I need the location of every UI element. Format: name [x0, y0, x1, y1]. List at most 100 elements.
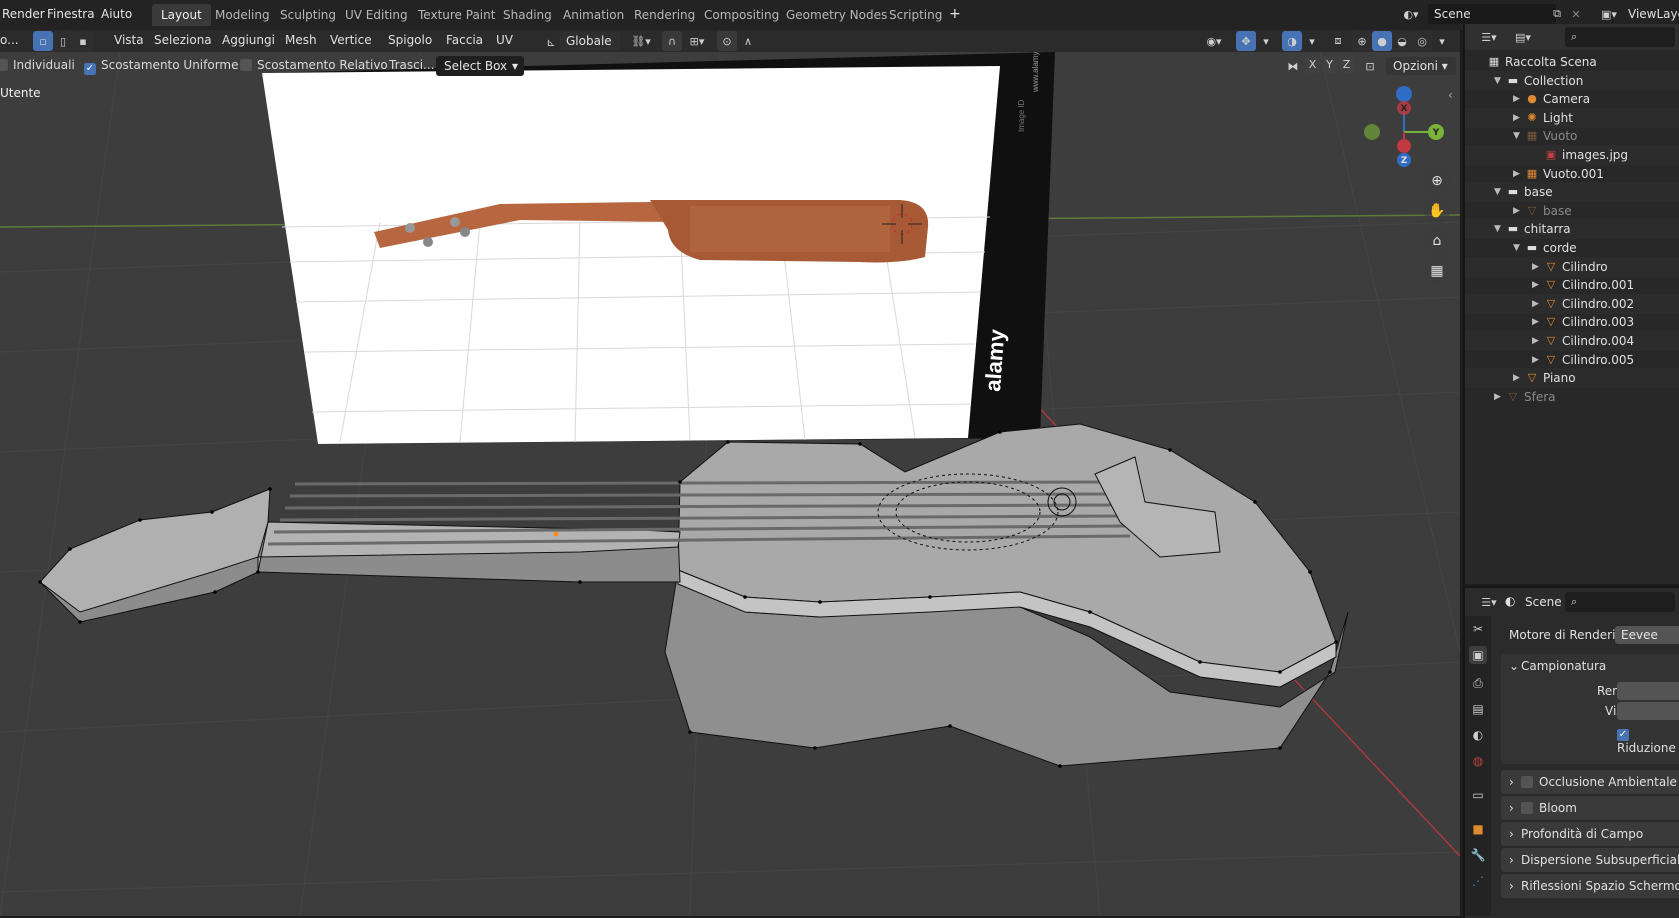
properties-subpanel[interactable]: › Profondità di Campo: [1501, 822, 1679, 846]
menu-finestra[interactable]: Finestra: [47, 7, 95, 21]
menu-vertice[interactable]: Vertice: [330, 33, 372, 47]
snap-icon[interactable]: ∩: [662, 31, 682, 51]
wireframe-shading-icon[interactable]: ⊕: [1352, 31, 1372, 51]
properties-editor-type-icon[interactable]: ☰▾: [1475, 592, 1503, 612]
tool-tab-icon[interactable]: ✂: [1469, 620, 1487, 638]
outliner-row[interactable]: ▼ ▬ base: [1465, 182, 1679, 203]
outliner-row[interactable]: ▶ ▽ Cilindro.005: [1465, 350, 1679, 370]
display-mode-icon[interactable]: ▤▾: [1509, 27, 1537, 47]
expand-arrow-icon[interactable]: ▼: [1494, 219, 1501, 239]
face-select-icon[interactable]: ▪: [73, 31, 93, 51]
menu-uv[interactable]: UV: [496, 33, 513, 47]
object-tab-icon[interactable]: ■: [1469, 820, 1487, 838]
add-workspace-button[interactable]: +: [949, 6, 961, 22]
outliner-row[interactable]: ▦ Raccolta Scena: [1465, 52, 1679, 72]
outliner-row[interactable]: ▼ ▬ corde: [1465, 238, 1679, 258]
properties-subpanel[interactable]: › Dispersione Subsuperficiale: [1501, 848, 1679, 872]
menu-render[interactable]: Render: [2, 7, 45, 21]
visibility-icon[interactable]: ◉▾: [1200, 31, 1228, 51]
outliner-row[interactable]: ▼ ▬ chitarra: [1465, 219, 1679, 240]
world-tab-icon[interactable]: ◍: [1469, 752, 1487, 770]
pivot-point-icon[interactable]: ⛓▾: [628, 31, 654, 51]
relativo-option[interactable]: Scostamento Relativo: [240, 58, 388, 72]
outliner-row[interactable]: ▶ ▽ Sfera: [1465, 387, 1679, 407]
collapse-arrow-icon[interactable]: ▶: [1494, 387, 1501, 407]
xray-icon[interactable]: ⧈: [1328, 31, 1348, 51]
menu-aiuto[interactable]: Aiuto: [101, 7, 132, 21]
menu-seleziona[interactable]: Seleziona: [154, 33, 212, 47]
collapse-arrow-icon[interactable]: ▶: [1532, 350, 1539, 370]
tab-animation[interactable]: Animation: [554, 4, 633, 26]
expand-arrow-icon[interactable]: ▼: [1513, 238, 1520, 258]
auto-merge-icon[interactable]: ⊡: [1360, 56, 1380, 76]
material-shading-icon[interactable]: ◒: [1392, 31, 1412, 51]
tab-scripting[interactable]: Scripting: [880, 4, 951, 26]
collapse-arrow-icon[interactable]: ▶: [1513, 368, 1520, 388]
properties-subpanel[interactable]: › Occlusione Ambientale: [1501, 770, 1679, 794]
ortho-grid-icon[interactable]: ▦: [1424, 258, 1450, 284]
outliner-row[interactable]: ▶ ▽ base: [1465, 201, 1679, 221]
pan-hand-icon[interactable]: ✋: [1424, 198, 1450, 224]
shading-dropdown-icon[interactable]: ▾: [1432, 31, 1452, 51]
tab-shading[interactable]: Shading: [494, 4, 561, 26]
zoom-icon[interactable]: ⊕: [1424, 168, 1450, 194]
chevron-down-icon[interactable]: ⌄: [1509, 654, 1519, 678]
properties-subpanel[interactable]: › Riflessioni Spazio Schermo: [1501, 874, 1679, 898]
menu-mesh[interactable]: Mesh: [285, 33, 317, 47]
outliner-row[interactable]: ▶ ▽ Cilindro.003: [1465, 312, 1679, 332]
scene-tab-icon[interactable]: ◐: [1469, 726, 1487, 744]
options-dropdown[interactable]: Opzioni ▾: [1386, 57, 1456, 75]
proportional-edit-icon[interactable]: ⊙: [717, 31, 737, 51]
particles-tab-icon[interactable]: ⋰: [1469, 872, 1487, 890]
properties-search-field[interactable]: ⌕: [1565, 592, 1675, 612]
view-layer-icon[interactable]: ▣▾: [1595, 4, 1623, 24]
outliner-search-field[interactable]: ⌕: [1565, 27, 1675, 47]
outliner-row[interactable]: ▶ ✺ Light: [1465, 107, 1679, 128]
panel-enable-checkbox[interactable]: [1521, 802, 1533, 814]
tab-compositing[interactable]: Compositing: [695, 4, 788, 26]
rendered-shading-icon[interactable]: ◎: [1412, 31, 1432, 51]
outliner-row[interactable]: ▶ ▽ Cilindro: [1465, 256, 1679, 277]
viewport-3d[interactable]: alamy Image ID www.alamy.com X Y Z Indiv…: [0, 52, 1460, 916]
menu-faccia[interactable]: Faccia: [446, 33, 483, 47]
view-layer-field[interactable]: ViewLayer: [1628, 4, 1679, 24]
axis-y-button[interactable]: Y: [1322, 57, 1337, 73]
scene-selector-icon[interactable]: ◐▾: [1397, 4, 1425, 24]
denoise-option[interactable]: ✓Riduzione: [1617, 724, 1679, 755]
menu-vista[interactable]: Vista: [114, 33, 144, 47]
collapse-arrow-icon[interactable]: ▶: [1532, 294, 1539, 314]
mirror-icon[interactable]: ⧓: [1283, 56, 1303, 76]
outliner-row[interactable]: ▼ ▦ Vuoto: [1465, 126, 1679, 146]
tab-sculpting[interactable]: Sculpting: [271, 4, 345, 26]
select-box-dropdown[interactable]: Select Box ▾: [436, 56, 524, 76]
tab-modeling[interactable]: Modeling: [206, 4, 279, 26]
denoise-checkbox[interactable]: ✓: [1617, 729, 1629, 741]
scene-name-field[interactable]: Scene: [1428, 4, 1556, 24]
collapse-arrow-icon[interactable]: ▶: [1532, 331, 1539, 351]
tab-geometry-nodes[interactable]: Geometry Nodes: [777, 4, 896, 26]
collapse-arrow-icon[interactable]: ▶: [1532, 257, 1539, 277]
close-icon[interactable]: ✕: [1566, 4, 1586, 24]
modifier-tab-icon[interactable]: 🔧: [1469, 846, 1487, 864]
expand-arrow-icon[interactable]: ▼: [1494, 71, 1501, 91]
properties-subpanel[interactable]: › Bloom: [1501, 796, 1679, 820]
camera-view-icon[interactable]: ⌂: [1424, 228, 1450, 254]
axis-z-button[interactable]: Z: [1339, 57, 1354, 73]
sampling-panel-title[interactable]: Campionatura: [1521, 654, 1606, 678]
tab-rendering[interactable]: Rendering: [625, 4, 704, 26]
solid-shading-icon[interactable]: ●: [1372, 31, 1392, 51]
collapse-arrow-icon[interactable]: ▶: [1532, 312, 1539, 332]
expand-arrow-icon[interactable]: ▼: [1494, 182, 1501, 202]
individuali-option[interactable]: Individuali: [0, 58, 75, 72]
outliner-row[interactable]: ▶ ● Camera: [1465, 89, 1679, 109]
output-tab-icon[interactable]: ⎙: [1469, 674, 1487, 692]
tab-layout[interactable]: Layout: [152, 4, 211, 26]
orientation-dropdown[interactable]: Globale ▾: [560, 32, 620, 66]
gizmo-toggle-icon[interactable]: ✥: [1236, 31, 1256, 51]
outliner-row[interactable]: ▼ ▬ Collection: [1465, 70, 1679, 91]
menu-spigolo[interactable]: Spigolo: [388, 33, 432, 47]
overlays-dropdown-icon[interactable]: ▾: [1302, 31, 1322, 51]
tab-texture-paint[interactable]: Texture Paint: [409, 4, 504, 26]
outliner-row[interactable]: ▶ ▽ Cilindro.002: [1465, 293, 1679, 314]
new-scene-icon[interactable]: ⧉: [1547, 4, 1567, 24]
